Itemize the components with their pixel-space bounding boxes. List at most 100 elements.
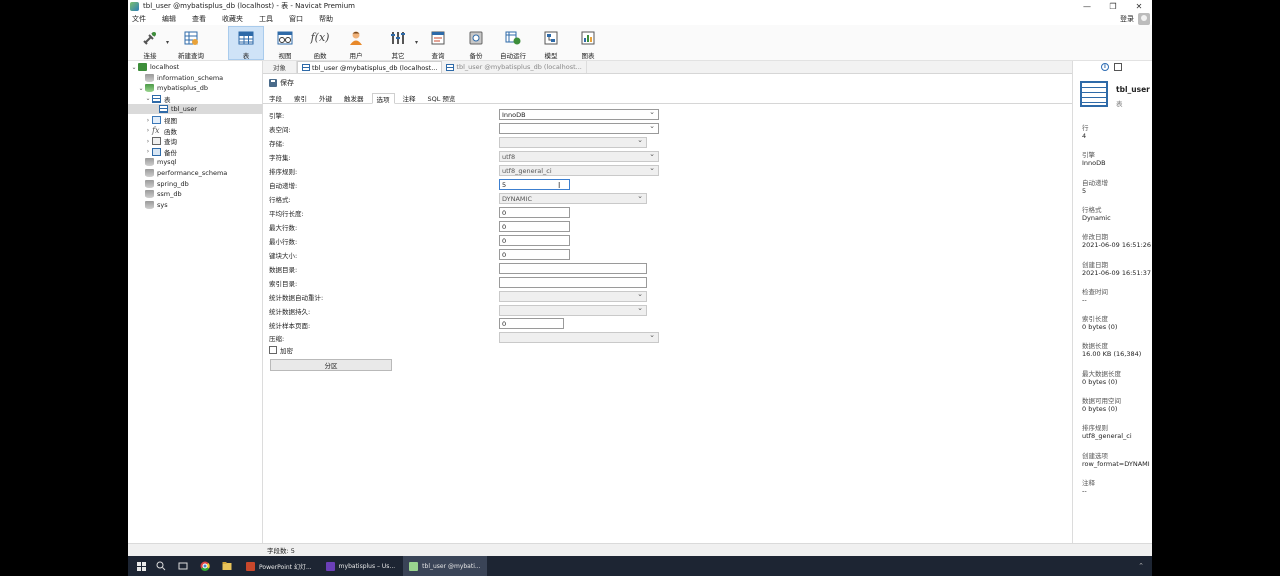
data-directory-input[interactable] — [499, 263, 647, 274]
toolbar-table-button[interactable]: 表 — [228, 26, 264, 60]
taskbar-app[interactable]: PowerPoint 幻灯... — [240, 556, 318, 576]
minimize-icon[interactable]: — — [1074, 0, 1100, 12]
chevron-right-icon[interactable]: › — [144, 138, 152, 145]
tablespace-select[interactable] — [499, 122, 659, 134]
window-controls: — ❐ ✕ — [1074, 0, 1152, 12]
menu-edit[interactable]: 编辑 — [161, 14, 184, 24]
toolbar-chart-button[interactable]: 图表 — [574, 26, 602, 60]
menu-favorites[interactable]: 收藏夹 — [221, 14, 251, 24]
designer-tab[interactable]: 触发器 — [340, 92, 368, 103]
designer-tab[interactable]: 索引 — [290, 92, 311, 103]
toolbar-view-button[interactable]: 视图 — [271, 26, 299, 60]
charset-select[interactable]: utf8 — [499, 150, 659, 162]
menu-window[interactable]: 窗口 — [288, 14, 311, 24]
tab-tbl-user-data[interactable]: tbl_user @mybatisplus_db (localhost... — [442, 61, 587, 73]
encryption-checkbox[interactable] — [269, 346, 277, 354]
info-key: 引擎 — [1082, 151, 1095, 160]
chevron-down-icon[interactable]: ⌄ — [130, 64, 138, 71]
chevron-right-icon[interactable]: › — [144, 117, 152, 124]
tree-item[interactable]: spring_db — [137, 179, 189, 189]
tree-item[interactable]: sys — [137, 200, 168, 210]
ddl-icon[interactable] — [1114, 63, 1122, 71]
close-icon[interactable]: ✕ — [1126, 0, 1152, 12]
stats-sample-pages-label: 统计样本页面: — [269, 322, 311, 330]
designer-tab[interactable]: 字段 — [265, 92, 286, 103]
info-object-name: tbl_user — [1116, 85, 1150, 94]
save-button[interactable]: 保存 — [263, 77, 294, 89]
data-directory-label: 数据目录: — [269, 266, 298, 274]
taskbar-app[interactable]: mybatisplus – Us... — [320, 556, 401, 576]
object-info-panel: i tbl_user 表 行 4 引擎 InnoDB 自动递增 5 行格式 Dynamic 修改… — [1072, 61, 1152, 543]
save-label: 保存 — [280, 79, 294, 87]
tree-item[interactable]: tbl_user — [128, 104, 263, 115]
tree-item[interactable]: ⌄ localhost — [130, 62, 179, 72]
login-button[interactable]: 登录 — [1120, 12, 1150, 26]
designer-tab[interactable]: 外键 — [315, 92, 336, 103]
engine-select[interactable]: InnoDB — [499, 108, 659, 120]
tab-tbl-user-design[interactable]: tbl_user @mybatisplus_db (localhost... — [297, 61, 443, 73]
info-key: 最大数据长度 — [1082, 369, 1121, 378]
start-button[interactable] — [132, 556, 150, 576]
menu-file[interactable]: 文件 — [131, 14, 154, 24]
index-directory-input[interactable] — [499, 277, 647, 288]
chrome-icon[interactable] — [194, 556, 216, 576]
toolbar-backup-button[interactable]: 备份 — [462, 26, 490, 60]
designer-tab[interactable]: 选项 — [371, 93, 395, 104]
toolbar-model-button[interactable]: 模型 — [537, 26, 565, 60]
info-value: 2021-06-09 16:51:37 — [1082, 268, 1152, 277]
stats-persistent-select[interactable] — [499, 304, 647, 316]
toolbar-query-button[interactable]: 查询 — [424, 26, 452, 60]
tablespace-label: 表空间: — [269, 126, 291, 134]
menu-view[interactable]: 查看 — [191, 14, 214, 24]
tree-item[interactable]: ⌄ mybatisplus_db — [137, 83, 208, 93]
row-format-select[interactable]: DYNAMIC — [499, 192, 647, 204]
info-value: -- — [1082, 295, 1087, 304]
avg-row-length-input[interactable]: 0 — [499, 207, 570, 218]
info-icon[interactable]: i — [1101, 63, 1109, 71]
restore-icon[interactable]: ❐ — [1100, 0, 1126, 12]
stats-auto-recalc-select[interactable] — [499, 290, 647, 302]
tree-item[interactable]: › 备份 — [144, 147, 177, 157]
chevron-down-icon[interactable]: ⌄ — [144, 95, 152, 102]
tray-chevron-icon[interactable]: ⌃ — [1138, 562, 1144, 570]
other-dropdown-icon[interactable]: ▾ — [415, 39, 418, 46]
taskbar-app[interactable]: tbl_user @mybati... — [403, 556, 487, 576]
partition-button[interactable]: 分区 — [270, 359, 392, 371]
chevron-right-icon[interactable]: › — [144, 127, 152, 134]
search-icon[interactable] — [150, 556, 172, 576]
file-explorer-icon[interactable] — [216, 556, 238, 576]
storage-select[interactable] — [499, 136, 647, 148]
tree-item[interactable]: › fx 函数 — [144, 126, 177, 136]
task-view-icon[interactable] — [172, 556, 194, 576]
key-block-size-input[interactable]: 0 — [499, 249, 570, 260]
tree-item[interactable]: › 视图 — [144, 115, 177, 125]
tree-item[interactable]: ⌄ 表 — [144, 94, 171, 104]
designer-tab[interactable]: SQL 预览 — [424, 92, 460, 103]
toolbar-function-button[interactable]: f(x) 函数 — [306, 26, 334, 60]
login-label: 登录 — [1120, 15, 1134, 23]
menu-tools[interactable]: 工具 — [258, 14, 281, 24]
collation-select[interactable]: utf8_general_ci — [499, 164, 659, 176]
designer-tab[interactable]: 注释 — [399, 92, 420, 103]
chevron-down-icon[interactable]: ⌄ — [137, 85, 145, 92]
tab-objects[interactable]: 对象 — [263, 61, 297, 73]
toolbar-other-button[interactable]: 其它 — [384, 26, 412, 60]
tree-item[interactable]: › 查询 — [144, 136, 177, 146]
tree-item[interactable]: information_schema — [137, 73, 223, 83]
menu-help[interactable]: 帮助 — [318, 14, 341, 24]
info-value: utf8_general_ci — [1082, 432, 1132, 441]
connection-dropdown-icon[interactable]: ▾ — [166, 39, 169, 46]
toolbar-schedule-button[interactable]: 自动运行 — [496, 26, 530, 60]
chevron-right-icon[interactable]: › — [144, 148, 152, 155]
max-rows-input[interactable]: 0 — [499, 221, 570, 232]
stats-sample-pages-input[interactable]: 0 — [499, 318, 564, 329]
tree-item[interactable]: mysql — [137, 157, 177, 167]
min-rows-input[interactable]: 0 — [499, 235, 570, 246]
info-value: row_format=DYNAMI — [1082, 459, 1150, 468]
toolbar-new-query-button[interactable]: 新建查询 — [174, 26, 208, 60]
toolbar-connection-button[interactable]: 连接 — [136, 26, 164, 60]
tree-item[interactable]: ssm_db — [137, 189, 182, 199]
toolbar-user-button[interactable]: 用户 — [342, 26, 370, 60]
tree-item[interactable]: performance_schema — [137, 168, 227, 178]
compression-select[interactable] — [499, 331, 659, 343]
